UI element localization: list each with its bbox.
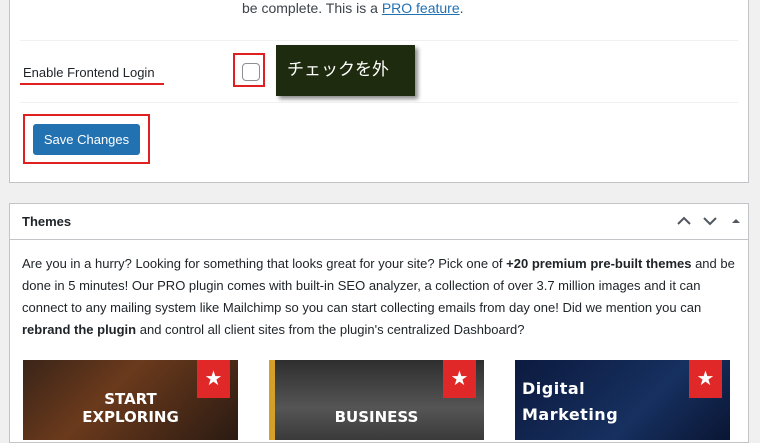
- desc-bold: +20 premium pre-built themes: [506, 256, 692, 271]
- theme-card-title: BUSINESS: [334, 408, 419, 426]
- themes-description: Are you in a hurry? Looking for somethin…: [22, 253, 738, 341]
- frontend-login-label: Enable Frontend Login: [23, 65, 155, 80]
- desc-text: and control all client sites from the pl…: [136, 322, 525, 337]
- theme-card-business[interactable]: BUSINESS ★: [269, 360, 484, 440]
- theme-card-digital-marketing[interactable]: Digital Marketing ★: [515, 360, 730, 440]
- star-icon[interactable]: ★: [689, 360, 722, 398]
- label-highlight-underline: [20, 83, 164, 85]
- theme-card-start-exploring[interactable]: START EXPLORING ★: [23, 360, 238, 440]
- checkbox-highlight-frame: [233, 53, 265, 87]
- star-icon[interactable]: ★: [443, 360, 476, 398]
- desc-bold: rebrand the plugin: [22, 322, 137, 337]
- pro-note-suffix: .: [459, 0, 464, 16]
- themes-header: Themes: [10, 204, 748, 240]
- save-changes-button[interactable]: Save Changes: [33, 124, 140, 155]
- pro-note: be complete. This is a PRO feature.: [242, 0, 464, 16]
- divider: [20, 40, 738, 41]
- divider: [20, 102, 738, 103]
- desc-text: Are you in a hurry? Looking for somethin…: [22, 256, 507, 271]
- move-down-icon[interactable]: [700, 211, 720, 231]
- theme-card-title: Digital Marketing: [522, 379, 619, 424]
- save-highlight-frame: Save Changes: [23, 114, 150, 164]
- pro-feature-link[interactable]: PRO feature: [382, 0, 460, 16]
- collapse-toggle-icon[interactable]: [726, 211, 746, 231]
- star-icon[interactable]: ★: [197, 360, 230, 398]
- themes-title: Themes: [22, 214, 72, 229]
- themes-panel: Themes Are you in a hurry? Looking for s…: [9, 203, 749, 443]
- frontend-login-checkbox[interactable]: [242, 63, 260, 81]
- settings-panel: be complete. This is a PRO feature. Enab…: [9, 0, 749, 183]
- move-up-icon[interactable]: [674, 211, 694, 231]
- annotation-callout: チェックを外す！: [276, 45, 415, 131]
- accent-bar: [269, 360, 275, 440]
- pro-note-text: be complete. This is a: [242, 0, 382, 16]
